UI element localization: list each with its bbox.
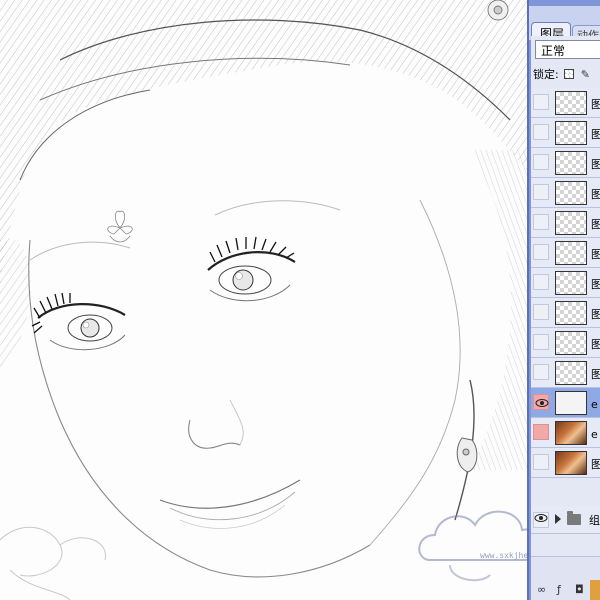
layer-row[interactable]: 图	[531, 298, 600, 328]
link-icon[interactable]: ∞	[537, 583, 546, 596]
layer-visibility-toggle[interactable]	[533, 364, 549, 380]
layer-thumbnail[interactable]	[555, 451, 587, 475]
layer-name: 图	[591, 126, 600, 142]
layer-name: 图	[591, 216, 600, 232]
layer-visibility-toggle[interactable]	[533, 124, 549, 140]
layer-thumbnail[interactable]	[555, 361, 587, 385]
layer-thumbnail[interactable]	[555, 241, 587, 265]
layer-thumbnail[interactable]	[555, 211, 587, 235]
layer-thumbnail[interactable]	[555, 421, 587, 445]
layer-name: e 己	[591, 398, 600, 411]
layer-row[interactable]: 图	[531, 88, 600, 118]
lock-label: 锁定:	[533, 68, 559, 81]
layer-visibility-toggle[interactable]	[533, 454, 549, 470]
lock-transparency-icon[interactable]	[564, 69, 575, 79]
layer-name: 图	[591, 366, 600, 382]
layer-visibility-toggle[interactable]	[533, 304, 549, 320]
layer-group-row[interactable]: 组	[531, 506, 600, 534]
layer-visibility-toggle[interactable]	[533, 424, 549, 440]
palette-tab-strip: 图层 动作	[529, 6, 600, 42]
layer-thumbnail[interactable]	[555, 331, 587, 355]
layers-palette: 图层 动作 正常 锁定: ✎ 图图图图图图图图图图e 己e 己图 组 ∞ ƒ ◘	[527, 0, 600, 600]
lock-row: 锁定: ✎	[531, 64, 600, 84]
blend-mode-select[interactable]: 正常	[535, 40, 600, 59]
layer-row[interactable]: 图	[531, 148, 600, 178]
expand-triangle-icon[interactable]	[555, 514, 561, 524]
fx-icon[interactable]: ƒ	[557, 583, 561, 596]
layer-thumbnail[interactable]	[555, 391, 587, 415]
layer-row[interactable]: 图	[531, 238, 600, 268]
lock-brush-icon[interactable]: ✎	[581, 68, 590, 81]
layer-name: 图	[591, 306, 600, 322]
layer-row[interactable]: e 己	[531, 388, 600, 418]
layer-thumbnail[interactable]	[555, 121, 587, 145]
layer-row[interactable]: 图	[531, 268, 600, 298]
layer-name: 图	[591, 156, 600, 172]
group-name: 组	[589, 514, 600, 527]
layer-name: 图	[591, 336, 600, 352]
mask-icon[interactable]: ◘	[575, 583, 584, 596]
layer-list: 图图图图图图图图图图e 己e 己图	[531, 88, 600, 478]
eye-icon	[535, 399, 549, 407]
layer-thumbnail[interactable]	[555, 151, 587, 175]
layer-row[interactable]: 图	[531, 328, 600, 358]
group-visibility-toggle[interactable]	[533, 512, 549, 528]
layer-name: 图	[591, 246, 600, 262]
eye-icon	[534, 514, 548, 522]
layer-row[interactable]: e 己	[531, 418, 600, 448]
layer-thumbnail[interactable]	[555, 271, 587, 295]
layer-thumbnail[interactable]	[555, 181, 587, 205]
layer-row[interactable]: 图	[531, 118, 600, 148]
layer-name: 图	[591, 456, 600, 472]
layer-name: 图	[591, 276, 600, 292]
layer-visibility-toggle[interactable]	[533, 274, 549, 290]
layer-name: e 己	[591, 428, 600, 441]
layer-thumbnail[interactable]	[555, 91, 587, 115]
layer-row[interactable]: 图	[531, 208, 600, 238]
palette-body: 正常 锁定: ✎ 图图图图图图图图图图e 己e 己图 组 ∞ ƒ ◘	[531, 36, 600, 600]
layer-visibility-toggle[interactable]	[533, 244, 549, 260]
layer-row[interactable]: 图	[531, 178, 600, 208]
folder-icon	[567, 511, 581, 525]
layer-visibility-toggle[interactable]	[533, 94, 549, 110]
layer-visibility-toggle[interactable]	[533, 154, 549, 170]
window-corner-accent	[590, 580, 600, 600]
layer-name: 图	[591, 186, 600, 202]
layer-visibility-toggle[interactable]	[533, 184, 549, 200]
layer-thumbnail[interactable]	[555, 301, 587, 325]
layer-visibility-toggle[interactable]	[533, 334, 549, 350]
layer-row[interactable]: 图	[531, 358, 600, 388]
layer-row[interactable]: 图	[531, 448, 600, 478]
layer-name: 图	[591, 96, 600, 112]
layer-visibility-toggle[interactable]	[533, 214, 549, 230]
layer-visibility-toggle[interactable]	[533, 394, 549, 410]
